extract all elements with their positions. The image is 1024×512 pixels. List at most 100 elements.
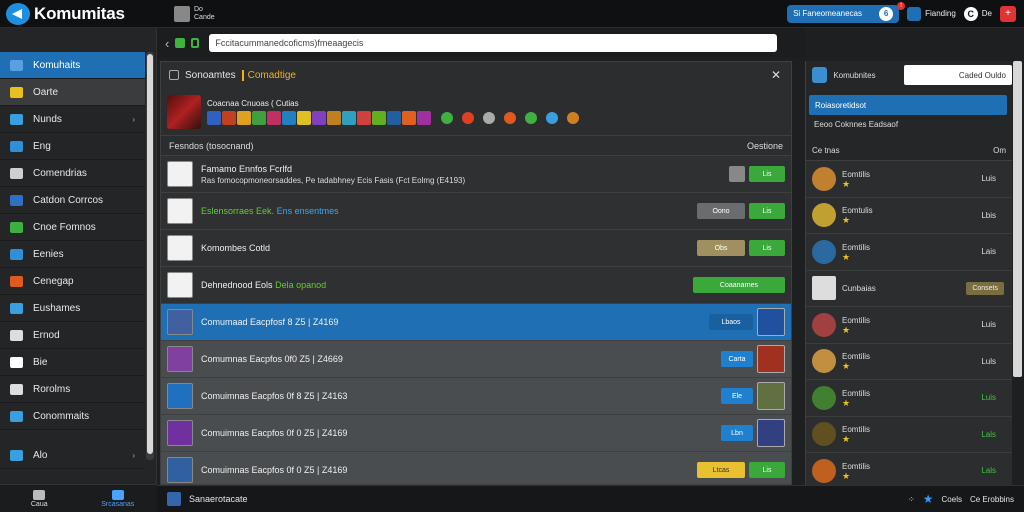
row-primary-button[interactable]: Coaanarnes — [693, 277, 785, 293]
item-icon[interactable] — [222, 110, 236, 125]
row-right-thumbnail[interactable] — [757, 308, 785, 336]
row-primary-button[interactable]: Obs — [697, 240, 745, 256]
item-icon[interactable] — [372, 110, 386, 125]
item-icon[interactable] — [252, 110, 266, 125]
row-right-thumbnail[interactable] — [757, 345, 785, 373]
right-list-item[interactable]: Eomtilis ★ Lals — [806, 416, 1012, 453]
row-primary-button[interactable]: Oono — [697, 203, 745, 219]
sidebar-item[interactable]: Bie — [0, 349, 145, 376]
status-icon[interactable] — [483, 111, 495, 124]
app-logo[interactable]: Komumitas — [0, 2, 160, 25]
sidebar-scrollbar[interactable] — [146, 52, 154, 460]
user-avatar[interactable] — [174, 5, 190, 22]
bottom-right-label[interactable]: Ce Erobbins — [970, 495, 1014, 504]
item-icon[interactable] — [282, 110, 296, 125]
table-row[interactable]: Comuimnas Eacpfos 0f 0 Z5 | Z4169 Ltcas Li… — [161, 452, 791, 484]
item-icon[interactable] — [237, 110, 251, 125]
row-primary-button[interactable]: Lbaos — [709, 314, 753, 330]
close-icon[interactable]: ✕ — [771, 68, 781, 82]
right-panel-input[interactable]: Caded Ouldo — [904, 65, 1012, 85]
home-icon[interactable] — [175, 38, 186, 48]
status-icon[interactable] — [462, 111, 474, 124]
row-go-button[interactable]: Lis — [749, 240, 785, 256]
sidebar-item[interactable]: Komuhaits — [0, 52, 145, 79]
item-icon[interactable] — [357, 110, 371, 125]
sidebar-item[interactable]: Cnoe Fomnos — [0, 214, 145, 241]
row-right-thumbnail[interactable] — [757, 419, 785, 447]
right-item-button[interactable]: Consets — [966, 281, 1004, 295]
right-list-item[interactable]: Eomtilis ★ Luis — [806, 307, 1012, 344]
row-right-thumbnail[interactable] — [757, 382, 785, 410]
right-list-item[interactable]: Eomtilis ★ Luis — [806, 161, 1012, 198]
item-icon[interactable] — [342, 110, 356, 125]
table-row[interactable]: Dehnednood Eols Dela opanod Coaanarnes — [161, 267, 791, 304]
sidebar-item[interactable]: Comendrias — [0, 160, 145, 187]
status-icon[interactable] — [546, 111, 558, 124]
row-primary-button[interactable]: Carta — [721, 351, 753, 367]
back-icon[interactable]: ‹ — [165, 36, 169, 51]
row-go-button[interactable]: Lis — [749, 462, 785, 478]
item-icon[interactable] — [312, 110, 326, 125]
item-icon[interactable] — [417, 110, 431, 125]
url-field[interactable]: Fccitacummanedcoficms)fmeaagecis — [209, 34, 778, 52]
right-scrollbar[interactable] — [1013, 61, 1022, 377]
table-row[interactable]: Komombes Cotld Obs Lis — [161, 230, 791, 267]
hero-avatar[interactable] — [167, 94, 201, 129]
status-icon[interactable] — [441, 111, 453, 124]
app-icon[interactable] — [167, 492, 181, 506]
table-row[interactable]: Eslensorraes Eek. Ens ensentmes Oono Lis — [161, 193, 791, 230]
sidebar-item[interactable]: Oarte — [0, 79, 145, 106]
right-list-item[interactable]: Eomtilis ★ Luls — [806, 343, 1012, 380]
table-row[interactable]: Comuimnas Eacpfos 0f 8 Z5 | Z4163 Ele — [161, 378, 791, 415]
grid-dots-icon[interactable]: ⁘ — [908, 495, 915, 504]
item-icon[interactable] — [207, 110, 221, 125]
sidebar-item[interactable]: Alo › — [0, 442, 145, 469]
right-list-item[interactable]: Eomtilis ★ Lais — [806, 234, 1012, 271]
panel-tag[interactable]: Comadtige — [241, 69, 296, 81]
table-row[interactable]: Famamo Ennfos Fcrlfd Ras fomocopmoneorsad… — [161, 156, 791, 193]
sidebar-item[interactable]: Eng — [0, 133, 145, 160]
right-list-item[interactable]: Eomtulis ★ Lbis — [806, 197, 1012, 234]
sidebar-item[interactable]: Cenegap — [0, 268, 145, 295]
right-list-item[interactable]: Eomtilis ★ Luis — [806, 380, 1012, 417]
top-user[interactable]: Do Cande — [174, 5, 215, 22]
sidebar-item[interactable]: Nunds › — [0, 106, 145, 133]
panel-checkbox[interactable] — [169, 70, 179, 80]
item-icon[interactable] — [387, 110, 401, 125]
star-icon[interactable]: ★ — [923, 492, 934, 506]
row-thumbnail — [167, 346, 193, 372]
item-icon[interactable] — [402, 110, 416, 125]
table-row[interactable]: Comumnas Eacpfos 0f0 Z5 | Z4669 Carta — [161, 341, 791, 378]
table-row[interactable]: Comumaad Eacpfosf 8 Z5 | Z4169 Lbaos — [161, 304, 791, 341]
row-go-button[interactable]: Lis — [749, 166, 785, 182]
sidebar-item[interactable]: Catdon Corrcos — [0, 187, 145, 214]
row-primary-button[interactable] — [729, 166, 745, 182]
sidebar-item[interactable]: Eenies — [0, 241, 145, 268]
item-icon[interactable] — [327, 110, 341, 125]
sidebar-scroll-thumb[interactable] — [147, 54, 153, 454]
de-button[interactable]: C De — [963, 6, 992, 21]
top-search-button[interactable]: Si Faneomeanecas 6 ! — [787, 1, 906, 23]
status-icon[interactable] — [567, 111, 579, 124]
sidebar-item[interactable]: Conommaits — [0, 403, 145, 430]
item-icon[interactable] — [267, 110, 281, 125]
sidebar-item[interactable]: Rorolms — [0, 376, 145, 403]
status-icon[interactable] — [504, 111, 516, 124]
row-primary-button[interactable]: Ltcas — [697, 462, 745, 478]
right-panel-highlight[interactable]: Roiasoretidsot — [809, 95, 1007, 115]
table-row[interactable]: Comuimnas Eacpfos 0f 0 Z5 | Z4169 Lbn — [161, 415, 791, 452]
sidebar-item[interactable]: Ernod — [0, 322, 145, 349]
item-icon[interactable] — [297, 110, 311, 125]
sidebar-bottom-srcasanas[interactable]: Srcasanas — [79, 489, 158, 508]
row-go-button[interactable]: Lis — [749, 203, 785, 219]
bottom-middle-label[interactable]: Coels — [942, 495, 962, 504]
add-button[interactable]: + — [1000, 5, 1016, 22]
row-primary-button[interactable]: Lbn — [721, 425, 753, 441]
fianding-button[interactable]: Fianding — [907, 6, 956, 21]
sidebar-bottom-caua[interactable]: Caua — [0, 489, 79, 508]
sidebar-item[interactable]: Eushames — [0, 295, 145, 322]
back-arrow-icon[interactable] — [6, 2, 30, 25]
right-list-item[interactable]: Cunbaias Consets — [806, 270, 1012, 307]
row-primary-button[interactable]: Ele — [721, 388, 753, 404]
status-icon[interactable] — [525, 111, 537, 124]
